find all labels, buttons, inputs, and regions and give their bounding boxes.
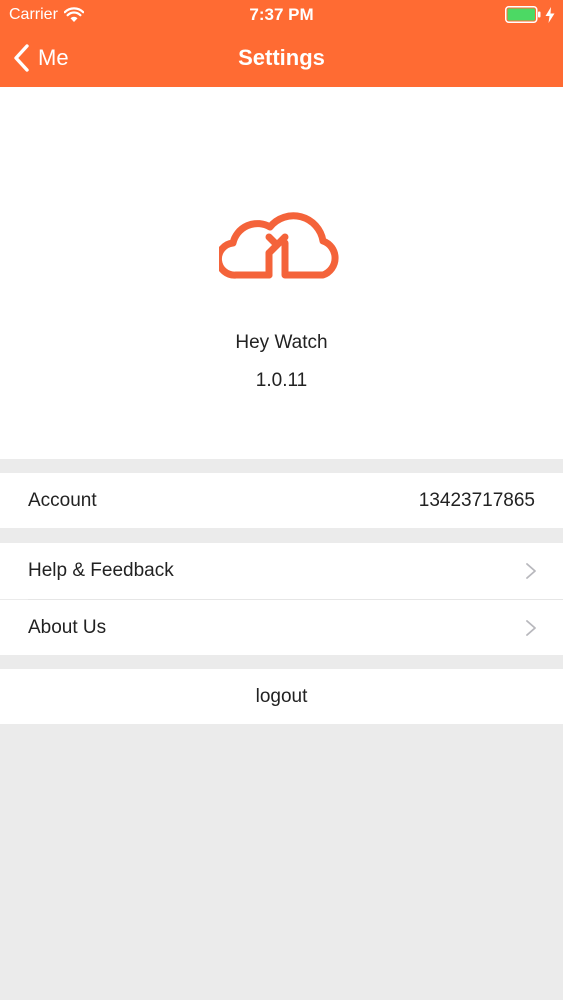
status-time: 7:37 PM bbox=[249, 5, 314, 24]
about-us-row[interactable]: About Us bbox=[0, 600, 563, 655]
status-bar: Carrier 7:37 PM bbox=[0, 0, 563, 30]
top-bar: Carrier 7:37 PM Me Settings bbox=[0, 0, 563, 87]
chevron-right-icon bbox=[526, 619, 536, 636]
navigation-bar: Me Settings bbox=[0, 30, 563, 87]
app-name: Hey Watch bbox=[235, 332, 328, 353]
account-value: 13423717865 bbox=[418, 489, 535, 511]
logout-label: logout bbox=[255, 685, 308, 707]
chevron-right-icon bbox=[526, 563, 536, 579]
cloud-y-logo-icon bbox=[219, 212, 339, 279]
page-title: Settings bbox=[238, 45, 325, 70]
logout-button[interactable]: logout bbox=[0, 669, 563, 724]
account-row[interactable]: Account 13423717865 bbox=[0, 473, 563, 528]
app-info-card: Hey Watch 1.0.11 bbox=[0, 87, 563, 459]
battery-icon bbox=[505, 6, 541, 23]
help-feedback-row[interactable]: Help & Feedback bbox=[0, 543, 563, 599]
battery-indicator bbox=[505, 6, 555, 23]
charging-bolt-icon bbox=[545, 6, 555, 23]
help-feedback-label: Help & Feedback bbox=[28, 560, 174, 581]
about-us-label: About Us bbox=[28, 616, 107, 638]
app-version: 1.0.11 bbox=[255, 370, 308, 391]
account-label: Account bbox=[28, 489, 97, 511]
